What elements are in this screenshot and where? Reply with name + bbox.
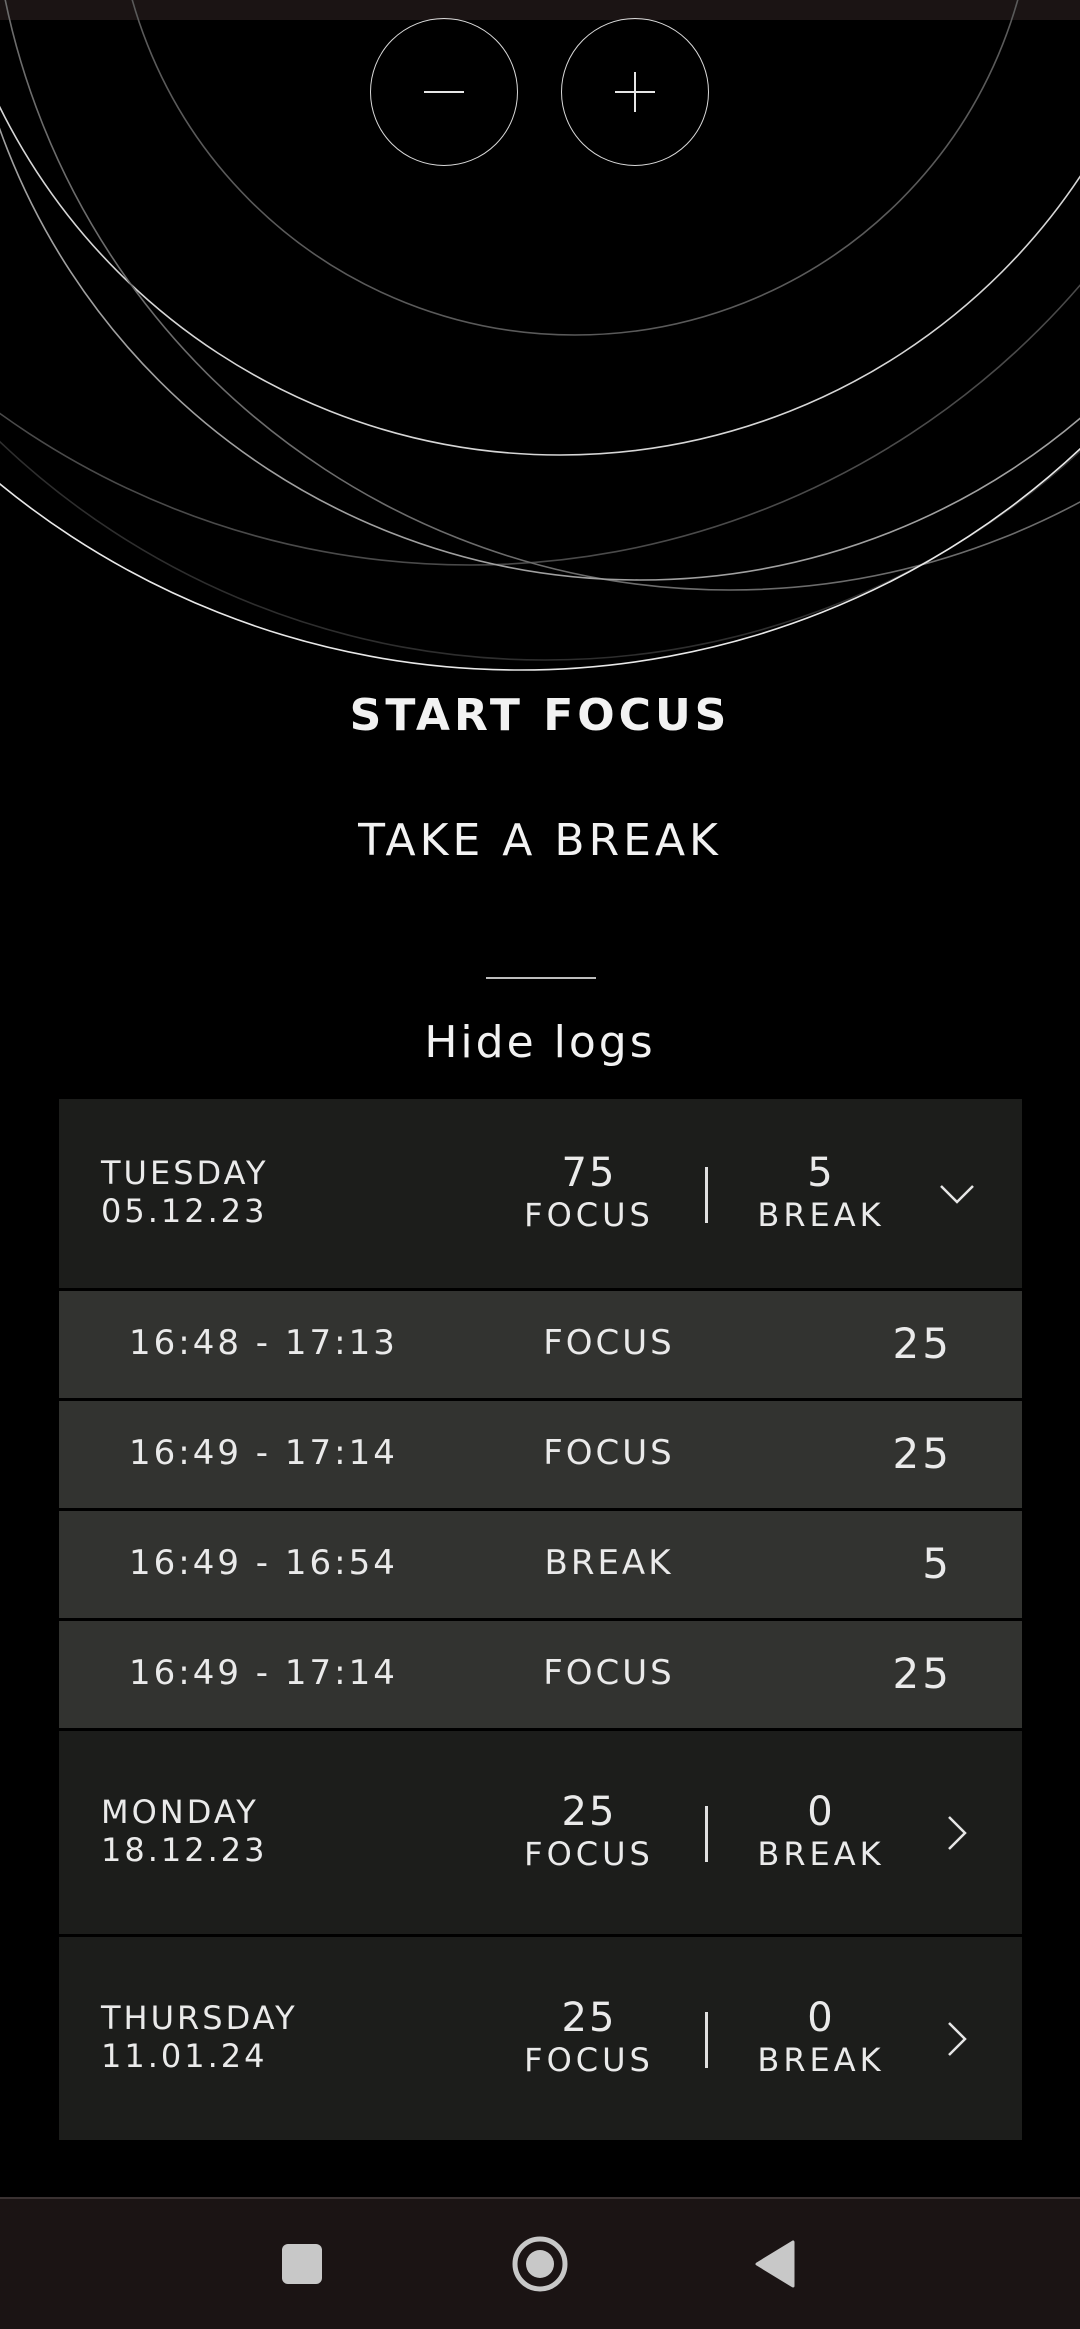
break-value: 0 xyxy=(807,1789,835,1835)
chevron-right-icon[interactable] xyxy=(937,2019,977,2059)
break-label: BREAK xyxy=(757,2041,885,2079)
system-navigation-bar xyxy=(0,2197,1080,2329)
date-text: 11.01.24 xyxy=(101,2037,268,2075)
entry-type: FOCUS xyxy=(543,1433,675,1473)
log-entry-row: 16:49 - 17:14 FOCUS 25 xyxy=(59,1401,1022,1508)
day-date: TUESDAY 05.12.23 xyxy=(101,1154,269,1230)
plus-icon xyxy=(615,72,655,112)
entry-time: 16:49 - 16:54 xyxy=(129,1543,398,1583)
timer-rings-graphic xyxy=(0,0,1080,671)
day-name: THURSDAY xyxy=(101,1999,298,2037)
day-name: TUESDAY xyxy=(101,1154,269,1192)
entry-duration: 25 xyxy=(892,1649,952,1698)
back-button[interactable] xyxy=(725,2199,825,2329)
focus-label: FOCUS xyxy=(524,1196,654,1234)
break-value: 5 xyxy=(807,1150,835,1196)
break-label: BREAK xyxy=(757,1196,885,1234)
focus-total: 25 FOCUS xyxy=(489,1789,689,1873)
entry-duration: 25 xyxy=(892,1429,952,1478)
day-name: MONDAY xyxy=(101,1793,259,1831)
circle-icon xyxy=(512,2236,568,2292)
focus-label: FOCUS xyxy=(524,1835,654,1873)
log-entry-row: 16:48 - 17:13 FOCUS 25 xyxy=(59,1291,1022,1398)
focus-total: 75 FOCUS xyxy=(489,1150,689,1234)
stat-separator xyxy=(705,2012,708,2068)
home-button[interactable] xyxy=(490,2199,590,2329)
break-total: 5 BREAK xyxy=(721,1150,921,1234)
stat-separator xyxy=(705,1167,708,1223)
stat-separator xyxy=(705,1806,708,1862)
entry-time: 16:49 - 17:14 xyxy=(129,1433,398,1473)
day-date: THURSDAY 11.01.24 xyxy=(101,1999,298,2075)
focus-value: 75 xyxy=(561,1150,617,1196)
increase-time-button[interactable] xyxy=(561,18,709,166)
focus-value: 25 xyxy=(561,1995,617,2041)
focus-value: 25 xyxy=(561,1789,617,1835)
entry-duration: 5 xyxy=(922,1539,952,1588)
date-text: 05.12.23 xyxy=(101,1192,268,1230)
chevron-right-icon[interactable] xyxy=(937,1813,977,1853)
day-row[interactable]: MONDAY 18.12.23 25 FOCUS 0 BREAK xyxy=(59,1731,1022,1934)
log-entry-row: 16:49 - 17:14 FOCUS 25 xyxy=(59,1621,1022,1728)
entry-type: FOCUS xyxy=(543,1323,675,1363)
focus-total: 25 FOCUS xyxy=(489,1995,689,2079)
recents-button[interactable] xyxy=(252,2199,352,2329)
log-entry-row: 16:49 - 16:54 BREAK 5 xyxy=(59,1511,1022,1618)
entry-type: BREAK xyxy=(544,1543,674,1583)
entry-type: FOCUS xyxy=(543,1653,675,1693)
chevron-down-icon[interactable] xyxy=(937,1174,977,1214)
entry-time: 16:49 - 17:14 xyxy=(129,1653,398,1693)
focus-label: FOCUS xyxy=(524,2041,654,2079)
decrease-time-button[interactable] xyxy=(370,18,518,166)
minus-icon xyxy=(424,91,464,93)
divider xyxy=(486,977,596,979)
break-value: 0 xyxy=(807,1995,835,2041)
logs-list: TUESDAY 05.12.23 75 FOCUS 5 BREAK 16:48 … xyxy=(59,1099,1022,2143)
start-focus-button[interactable]: START FOCUS xyxy=(0,690,1080,741)
take-break-button[interactable]: TAKE A BREAK xyxy=(0,815,1080,866)
square-icon xyxy=(282,2244,322,2284)
date-text: 18.12.23 xyxy=(101,1831,268,1869)
day-row[interactable]: TUESDAY 05.12.23 75 FOCUS 5 BREAK xyxy=(59,1099,1022,1288)
day-row[interactable]: THURSDAY 11.01.24 25 FOCUS 0 BREAK xyxy=(59,1937,1022,2140)
break-label: BREAK xyxy=(757,1835,885,1873)
entry-time: 16:48 - 17:13 xyxy=(129,1323,398,1363)
break-total: 0 BREAK xyxy=(721,1995,921,2079)
triangle-back-icon xyxy=(755,2240,795,2288)
day-date: MONDAY 18.12.23 xyxy=(101,1793,268,1869)
hide-logs-toggle[interactable]: Hide logs xyxy=(0,1017,1080,1068)
break-total: 0 BREAK xyxy=(721,1789,921,1873)
entry-duration: 25 xyxy=(892,1319,952,1368)
